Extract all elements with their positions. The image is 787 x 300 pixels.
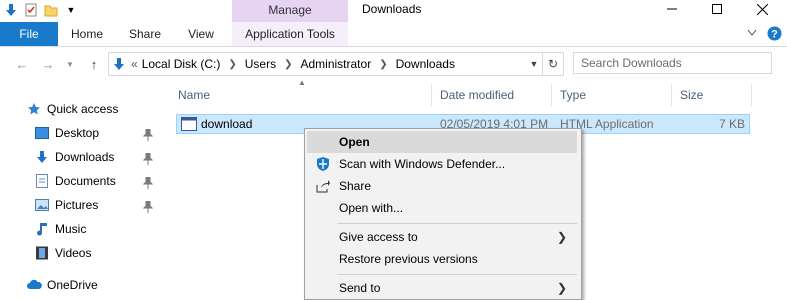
column-header-type[interactable]: Type <box>552 84 672 106</box>
nav-item-onedrive[interactable]: OneDrive <box>26 274 98 296</box>
menu-item-share[interactable]: Share <box>307 175 577 197</box>
documents-icon <box>34 173 50 189</box>
menu-item-send-to[interactable]: Send to ❯ <box>307 277 577 299</box>
tab-application-tools[interactable]: Application Tools <box>232 22 348 46</box>
breadcrumb-downloads[interactable]: Downloads <box>394 57 457 71</box>
nav-item-quick-access[interactable]: Quick access <box>26 98 118 120</box>
breadcrumb-users[interactable]: Users <box>243 57 278 71</box>
pictures-icon <box>34 197 50 213</box>
desktop-icon <box>34 125 50 141</box>
navigation-pane: Quick access Desktop Downloads Documents… <box>0 92 170 292</box>
nav-item-label: Videos <box>55 246 92 260</box>
star-icon <box>26 101 42 117</box>
chevron-right-icon[interactable]: ❯ <box>222 59 242 70</box>
column-header-size[interactable]: Size <box>672 84 752 106</box>
column-header-date-modified[interactable]: Date modified <box>432 84 552 106</box>
defender-shield-icon <box>315 156 331 172</box>
recent-locations-icon[interactable]: ▼ <box>62 56 78 72</box>
menu-item-label: Restore previous versions <box>339 252 478 266</box>
menu-item-label: Share <box>339 179 372 193</box>
downloads-folder-icon <box>109 57 129 71</box>
window-title: Downloads <box>362 2 422 16</box>
pin-icon[interactable] <box>142 176 154 190</box>
tab-home[interactable]: Home <box>62 22 112 46</box>
nav-item-label: Music <box>55 222 87 236</box>
menu-item-open-with[interactable]: Open with... <box>307 197 577 219</box>
nav-item-label: Pictures <box>55 198 99 212</box>
download-arrow-icon[interactable] <box>4 3 18 17</box>
share-icon <box>315 178 331 194</box>
breadcrumb-administrator[interactable]: Administrator <box>299 57 374 71</box>
customize-toolbar-icon[interactable]: ▼ <box>64 3 78 17</box>
address-row: ← → ▼ ↑ « Local Disk (C:) ❯ Users ❯ Admi… <box>0 50 787 78</box>
menu-item-restore-versions[interactable]: Restore previous versions <box>307 248 577 270</box>
html-application-icon <box>181 117 197 134</box>
menu-item-label: Give access to <box>339 230 418 244</box>
tab-share[interactable]: Share <box>120 22 170 46</box>
breadcrumb-local-disk[interactable]: Local Disk (C:) <box>140 57 223 71</box>
maximize-button[interactable] <box>695 0 739 18</box>
breadcrumb-overflow[interactable]: « <box>129 57 140 71</box>
expand-ribbon-icon[interactable] <box>744 25 760 41</box>
pin-icon[interactable] <box>142 200 154 214</box>
nav-item-pictures[interactable]: Pictures <box>34 194 98 216</box>
context-menu: Open Scan with Windows Defender... Share… <box>304 128 582 300</box>
download-arrow-icon <box>34 149 50 165</box>
properties-icon[interactable] <box>24 3 38 17</box>
tab-view[interactable]: View <box>176 22 226 46</box>
nav-item-label: Documents <box>55 174 116 188</box>
nav-item-label: OneDrive <box>47 278 98 292</box>
nav-item-label: Desktop <box>55 126 100 140</box>
pin-icon[interactable] <box>142 152 154 166</box>
chevron-right-icon[interactable]: ❯ <box>278 59 298 70</box>
chevron-right-icon: ❯ <box>556 230 567 244</box>
refresh-icon[interactable]: ↻ <box>542 53 563 75</box>
menu-item-open[interactable]: Open <box>307 131 577 153</box>
manage-context-tab[interactable]: Manage <box>232 0 348 22</box>
nav-item-label: Downloads <box>55 150 115 164</box>
column-headers: Name Date modified Type Size <box>170 84 760 106</box>
column-header-name[interactable]: Name <box>170 84 432 106</box>
menu-item-give-access[interactable]: Give access to ❯ <box>307 226 577 248</box>
nav-item-desktop[interactable]: Desktop <box>34 122 99 144</box>
svg-text:?: ? <box>771 28 778 40</box>
nav-item-documents[interactable]: Documents <box>34 170 116 192</box>
cloud-icon <box>26 277 42 293</box>
help-icon[interactable]: ? <box>766 25 782 41</box>
file-size: 7 KB <box>718 117 745 131</box>
music-icon <box>34 221 50 237</box>
menu-item-label: Open <box>339 135 370 149</box>
file-name: download <box>201 117 253 131</box>
nav-item-downloads[interactable]: Downloads <box>34 146 114 168</box>
menu-item-label: Scan with Windows Defender... <box>339 157 506 171</box>
chevron-right-icon[interactable]: ❯ <box>373 59 393 70</box>
minimize-button[interactable] <box>650 0 694 18</box>
menu-separator <box>337 223 577 224</box>
address-dropdown-icon[interactable]: ▼ <box>527 53 541 75</box>
quick-access-toolbar: ▼ <box>4 0 78 20</box>
menu-item-scan-defender[interactable]: Scan with Windows Defender... <box>307 153 577 175</box>
videos-icon <box>34 245 50 261</box>
menu-item-label: Send to <box>339 281 381 295</box>
search-input[interactable]: Search Downloads <box>573 52 772 74</box>
pin-icon[interactable] <box>142 128 154 142</box>
nav-item-label: Quick access <box>47 102 119 116</box>
tab-file[interactable]: File <box>0 22 58 46</box>
menu-separator <box>337 274 577 275</box>
title-bar: ▼ Manage Downloads <box>0 0 787 22</box>
back-arrow-icon[interactable]: ← <box>14 56 30 72</box>
address-bar[interactable]: « Local Disk (C:) ❯ Users ❯ Administrato… <box>108 52 564 76</box>
menu-item-label: Open with... <box>339 201 404 215</box>
nav-item-music[interactable]: Music <box>34 218 86 240</box>
up-arrow-icon[interactable]: ↑ <box>86 56 102 72</box>
forward-arrow-icon[interactable]: → <box>40 56 56 72</box>
nav-item-videos[interactable]: Videos <box>34 242 91 264</box>
chevron-right-icon: ❯ <box>556 281 567 295</box>
new-folder-icon[interactable] <box>44 3 58 17</box>
close-button[interactable] <box>740 0 784 18</box>
ribbon-tabs: File Home Share View Application Tools <box>0 22 787 47</box>
